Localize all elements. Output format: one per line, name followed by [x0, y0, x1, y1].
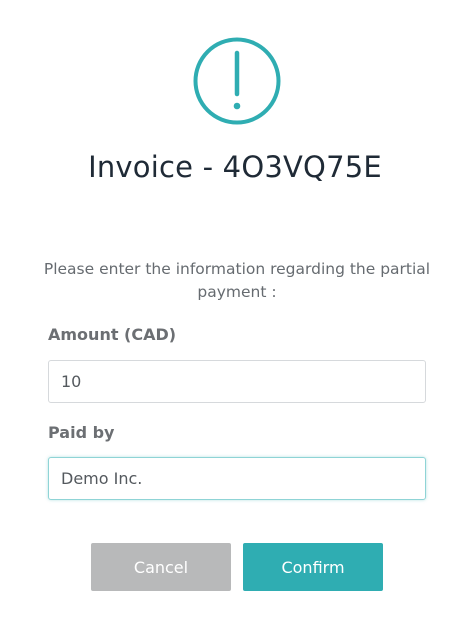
- amount-input[interactable]: [48, 360, 426, 403]
- exclamation-circle-icon: [193, 37, 281, 125]
- partial-payment-dialog: Invoice - 4O3VQ75E Please enter the info…: [0, 0, 470, 625]
- paid-by-input[interactable]: [48, 457, 426, 500]
- dialog-instructions: Please enter the information regarding t…: [43, 260, 431, 301]
- confirm-button[interactable]: Confirm: [243, 543, 383, 591]
- amount-label: Amount (CAD): [48, 325, 177, 344]
- cancel-button[interactable]: Cancel: [91, 543, 231, 591]
- dialog-title: Invoice - 4O3VQ75E: [88, 150, 382, 184]
- paid-by-label: Paid by: [48, 423, 115, 442]
